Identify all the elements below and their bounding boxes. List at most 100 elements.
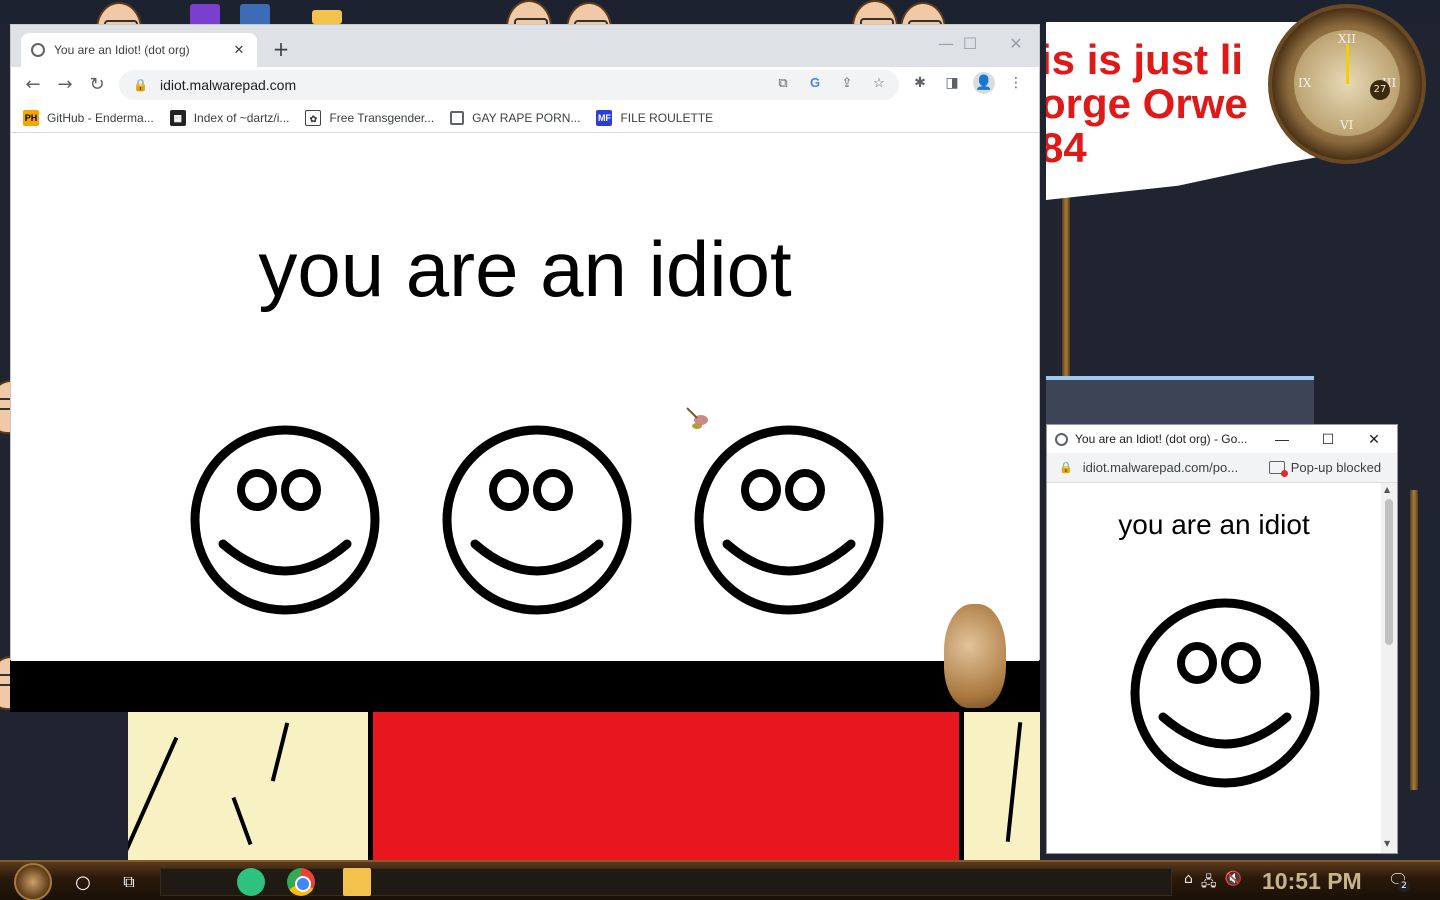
popup-blocked-indicator[interactable]: Pop-up blocked bbox=[1268, 460, 1382, 477]
clock-numeral: IX bbox=[1298, 76, 1312, 90]
decorative-pipe bbox=[1410, 490, 1418, 790]
scroll-up-arrow-icon[interactable]: ▲ bbox=[1384, 485, 1390, 494]
taskbar-app-chrome[interactable] bbox=[286, 866, 316, 898]
background-black-bar bbox=[10, 660, 1040, 712]
window-maximize-button[interactable]: ☐ bbox=[957, 31, 983, 57]
globe-icon bbox=[31, 43, 45, 57]
google-lens-icon[interactable]: G bbox=[805, 75, 825, 91]
scene-crack bbox=[128, 736, 179, 858]
tab-strip: You are an Idiot! (dot org) ✕ + — ☐ ✕ bbox=[11, 25, 1039, 67]
popup-titlebar: You are an Idiot! (dot org) - Go... — ☐ … bbox=[1047, 425, 1397, 453]
pornhub-favicon-icon: PH bbox=[23, 109, 39, 126]
popup-page-content[interactable]: you are an idiot ▲ ▼ bbox=[1047, 483, 1397, 853]
index-favicon-icon: ▦ bbox=[169, 109, 186, 126]
omnibox-actions: ⧉ G ⇪ ☆ bbox=[773, 75, 889, 91]
bookmark-star-icon[interactable]: ☆ bbox=[869, 75, 889, 91]
clock-face: XII III VI IX 27 bbox=[1294, 30, 1400, 136]
taskbar-app-file-explorer[interactable] bbox=[342, 866, 372, 898]
clock-numeral: VI bbox=[1340, 118, 1354, 132]
page-headline: you are an idiot bbox=[258, 225, 792, 313]
scene-crack bbox=[231, 796, 253, 846]
browser-window-popup[interactable]: You are an Idiot! (dot org) - Go... — ☐ … bbox=[1046, 424, 1398, 854]
scrollbar-thumb[interactable] bbox=[1385, 499, 1393, 645]
new-tab-button[interactable]: + bbox=[269, 37, 293, 61]
background-cartoon-scene bbox=[128, 712, 1040, 860]
popup-url[interactable]: idiot.malwarepad.com/po... bbox=[1083, 460, 1255, 475]
lock-icon[interactable]: 🔒 bbox=[1059, 461, 1073, 474]
smiley-face-icon bbox=[190, 425, 380, 615]
search-button[interactable]: ○ bbox=[66, 866, 100, 898]
menu-kebab-icon[interactable]: ⋮ bbox=[1005, 72, 1027, 94]
address-url[interactable]: idiot.malwarepad.com bbox=[160, 77, 296, 93]
start-button[interactable] bbox=[8, 863, 58, 900]
taskbar-clock[interactable]: 10:51 PM bbox=[1262, 868, 1362, 895]
background-panel bbox=[1046, 376, 1314, 428]
clock-hand bbox=[1346, 44, 1349, 84]
popup-blocked-icon bbox=[1268, 461, 1288, 477]
share-icon[interactable]: ⇪ bbox=[837, 75, 857, 91]
popup-maximize-button[interactable]: ☐ bbox=[1305, 431, 1351, 448]
bee-cursor-icon bbox=[686, 407, 708, 429]
desktop-icon-yellow[interactable] bbox=[312, 10, 342, 24]
forward-button[interactable]: → bbox=[49, 70, 81, 100]
window-close-button[interactable]: ✕ bbox=[1003, 31, 1029, 57]
smiley-face-icon bbox=[1130, 598, 1320, 788]
popup-blocked-label: Pop-up blocked bbox=[1290, 460, 1382, 475]
popup-title: You are an Idiot! (dot org) - Go... bbox=[1075, 432, 1248, 446]
bookmark-label: GitHub - Enderma... bbox=[47, 110, 154, 125]
bookmark-label: GAY RAPE PORN... bbox=[472, 110, 581, 125]
folder-icon bbox=[343, 868, 371, 896]
popup-minimize-button[interactable]: — bbox=[1259, 431, 1305, 447]
taskbar-app-notes[interactable] bbox=[236, 866, 266, 898]
volume-muted-icon[interactable]: 🔇 bbox=[1225, 871, 1242, 895]
popup-scrollbar[interactable]: ▲ ▼ bbox=[1381, 483, 1397, 853]
scene-red-wall bbox=[368, 712, 964, 860]
bookmark-label: FILE ROULETTE bbox=[620, 110, 714, 125]
bookmark-label: Index of ~dartz/i... bbox=[193, 110, 290, 125]
browser-tab[interactable]: You are an Idiot! (dot org) ✕ bbox=[21, 33, 257, 67]
bookmark-item[interactable]: GAY RAPE PORN... bbox=[450, 110, 581, 125]
browser-window-main[interactable]: You are an Idiot! (dot org) ✕ + — ☐ ✕ ← … bbox=[10, 24, 1040, 661]
notification-count-badge: 2 bbox=[1398, 880, 1410, 892]
popup-headline: you are an idiot bbox=[1118, 509, 1310, 540]
smiley-face-icon bbox=[694, 425, 884, 615]
desktop-icon-purple[interactable] bbox=[190, 4, 220, 26]
globe-icon bbox=[1055, 432, 1068, 446]
notifications-button[interactable]: 🗨 2 bbox=[1388, 870, 1410, 892]
address-bar[interactable]: 🔒 idiot.malwarepad.com ⧉ G ⇪ ☆ bbox=[119, 70, 899, 100]
tab-title: You are an Idiot! (dot org) bbox=[54, 43, 190, 57]
chrome-icon bbox=[287, 868, 315, 896]
bookmark-item[interactable]: ✿ Free Transgender... bbox=[305, 109, 435, 126]
browser-toolbar: ← → ↻ 🔒 idiot.malwarepad.com ⧉ G ⇪ ☆ ✱ ◨… bbox=[11, 67, 1039, 103]
clock-date: 27 bbox=[1370, 80, 1390, 100]
popup-address-bar[interactable]: 🔒 idiot.malwarepad.com/po... Pop-up bloc… bbox=[1047, 453, 1397, 483]
bookmarks-bar: PH GitHub - Enderma... ▦ Index of ~dartz… bbox=[11, 103, 1039, 133]
back-button[interactable]: ← bbox=[17, 70, 49, 100]
scroll-down-arrow-icon[interactable]: ▼ bbox=[1384, 839, 1390, 848]
page-content[interactable]: you are an idiot bbox=[11, 134, 1039, 661]
reload-button[interactable]: ↻ bbox=[81, 70, 113, 100]
scene-crack bbox=[1005, 722, 1023, 842]
flower-favicon-icon: ✿ bbox=[305, 109, 322, 126]
gear-icon bbox=[14, 863, 52, 900]
popup-close-button[interactable]: ✕ bbox=[1351, 431, 1397, 448]
window-minimize-button[interactable]: — bbox=[933, 31, 959, 57]
bookmark-label: Free Transgender... bbox=[329, 110, 435, 125]
steampunk-clock-widget[interactable]: XII III VI IX 27 bbox=[1268, 4, 1426, 164]
bookmark-item[interactable]: MF FILE ROULETTE bbox=[596, 109, 714, 126]
popup-blocked-icon[interactable]: ⧉ bbox=[773, 75, 793, 91]
extensions-icon[interactable]: ✱ bbox=[909, 72, 931, 94]
lock-icon[interactable]: 🔒 bbox=[133, 78, 148, 92]
bookmark-item[interactable]: ▦ Index of ~dartz/i... bbox=[169, 109, 290, 126]
desktop-icon-box[interactable] bbox=[240, 4, 270, 26]
scene-crack bbox=[270, 722, 290, 782]
tab-close-button[interactable]: ✕ bbox=[231, 42, 247, 58]
side-panel-icon[interactable]: ◨ bbox=[941, 72, 963, 94]
network-icon[interactable]: 🖧 bbox=[1201, 871, 1217, 895]
system-tray: ⌂ 🖧 🔇 bbox=[1184, 871, 1242, 895]
profile-avatar-icon[interactable]: 👤 bbox=[973, 72, 995, 94]
bookmark-item[interactable]: PH GitHub - Enderma... bbox=[23, 109, 154, 126]
smiley-face-icon bbox=[442, 425, 632, 615]
task-view-button[interactable]: ⧉ bbox=[112, 866, 146, 898]
tray-chevron-icon[interactable]: ⌂ bbox=[1184, 871, 1193, 895]
